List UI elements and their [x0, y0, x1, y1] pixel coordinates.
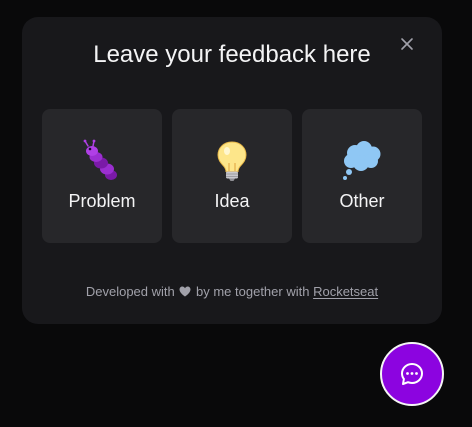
- option-label: Problem: [68, 191, 136, 211]
- option-other[interactable]: Other: [302, 109, 422, 243]
- thought-bubble-icon: [343, 141, 381, 180]
- footer-credit: Developed with by me together with Rocke…: [22, 283, 442, 301]
- widget-title: Leave your feedback here: [93, 41, 371, 68]
- feedback-type-options: Problem Idea Other: [42, 109, 422, 243]
- close-icon: [401, 38, 413, 50]
- footer-prefix: Developed with: [85, 284, 175, 299]
- lightbulb-icon: [217, 141, 247, 181]
- open-feedback-button[interactable]: [380, 342, 444, 406]
- close-button[interactable]: [398, 35, 416, 53]
- option-label: Idea: [214, 191, 250, 211]
- option-label: Other: [339, 191, 385, 211]
- chat-bubble-icon: [401, 363, 423, 385]
- heart-icon: [179, 286, 191, 297]
- feedback-widget: Leave your feedback here Problem Idea Ot…: [22, 17, 442, 324]
- footer-middle: by me together with: [196, 284, 310, 299]
- option-problem[interactable]: Problem: [42, 109, 162, 243]
- rocketseat-link[interactable]: Rocketseat: [313, 284, 378, 299]
- option-idea[interactable]: Idea: [172, 109, 292, 243]
- caterpillar-bug-icon: [83, 139, 117, 180]
